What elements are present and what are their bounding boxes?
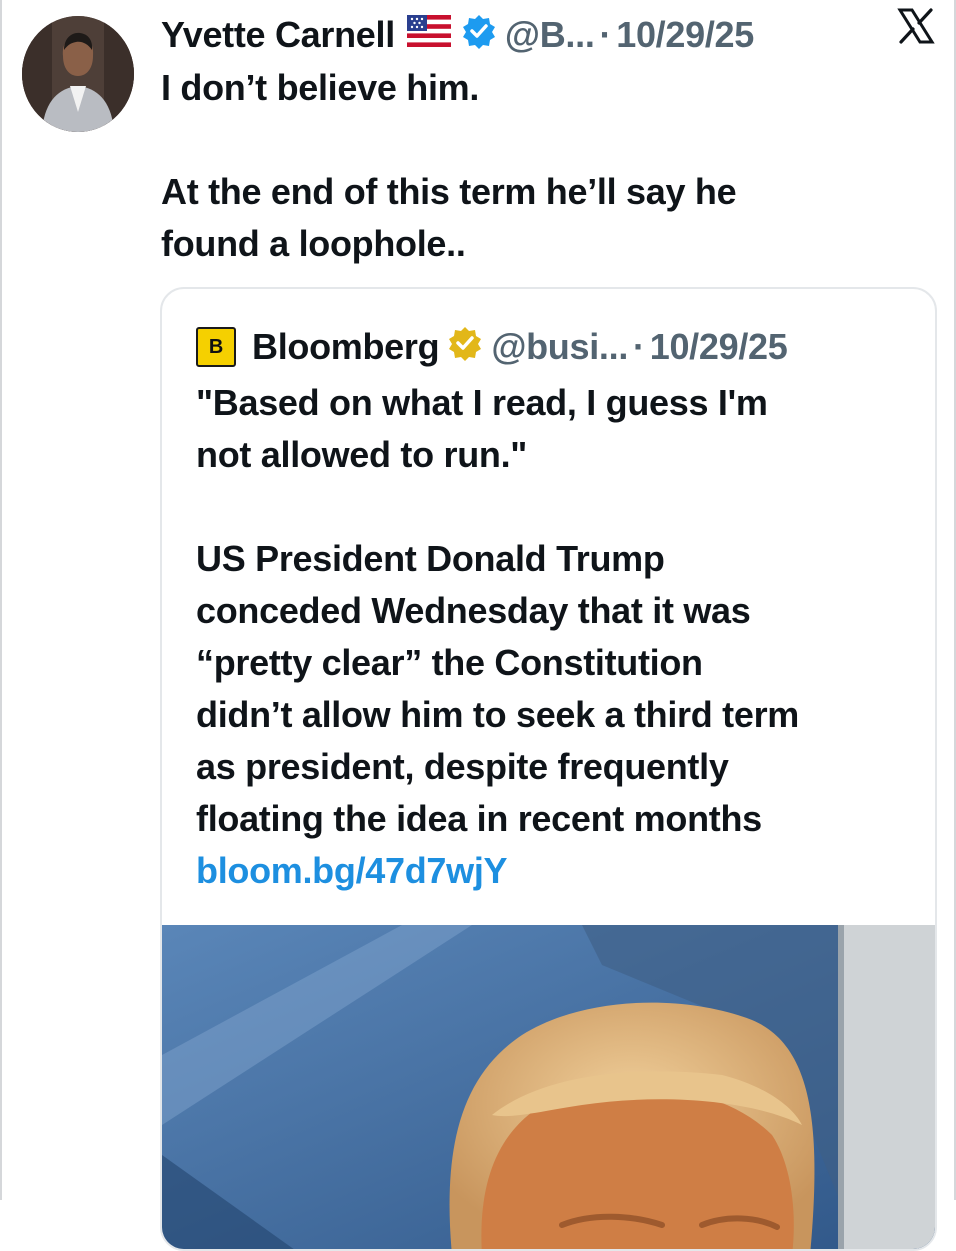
avatar[interactable] [22,16,134,132]
tweet-line: At the end of this term he’ll say he [161,171,737,212]
body-line: conceded Wednesday that it was [196,590,751,631]
body-line: US President Donald Trump [196,538,665,579]
bloomberg-logo-icon: B [196,327,236,367]
separator-dot: · [599,14,612,55]
separator-dot: · [633,326,645,367]
author-handle[interactable]: @B... [505,14,595,56]
body-line: floating the idea in recent months [196,798,762,839]
tweet-text: I don’t believe him. At the end of this … [161,62,921,270]
quote-line: "Based on what I read, I guess I'm [196,382,768,423]
author-name[interactable]: Yvette Carnell [161,14,395,56]
gold-verified-badge-icon [447,325,483,370]
quoted-tweet-date[interactable]: 10/29/25 [650,326,788,368]
quoted-tweet-photo[interactable] [162,925,935,1249]
tweet-header: Yvette Carnell @B... · 10/29/25 [161,12,951,58]
quoted-author-name[interactable]: Bloomberg [252,326,440,368]
us-flag-icon [406,14,451,56]
body-line: as president, despite frequently [196,746,729,787]
tweet-date[interactable]: 10/29/25 [616,14,754,56]
article-link[interactable]: bloom.bg/47d7wjY [196,845,916,897]
body-line: “pretty clear” the Constitution [196,642,703,683]
quote-line: not allowed to run." [196,434,528,475]
frame-left-edge [0,0,2,1200]
tweet-line: found a loophole.. [161,223,466,264]
quoted-tweet-header: B Bloomberg @busi... · 10/29/25 [196,325,788,370]
quoted-author-handle[interactable]: @busi... [491,326,628,368]
tweet-line: I don’t believe him. [161,67,480,108]
body-line: didn’t allow him to seek a third term [196,694,799,735]
blue-verified-badge-icon [461,13,497,58]
x-logo-icon[interactable] [896,6,936,51]
quoted-tweet-card[interactable]: B Bloomberg @busi... · 10/29/25 "Based o… [160,287,937,1251]
quoted-tweet-text: "Based on what I read, I guess I'm not a… [196,377,916,897]
